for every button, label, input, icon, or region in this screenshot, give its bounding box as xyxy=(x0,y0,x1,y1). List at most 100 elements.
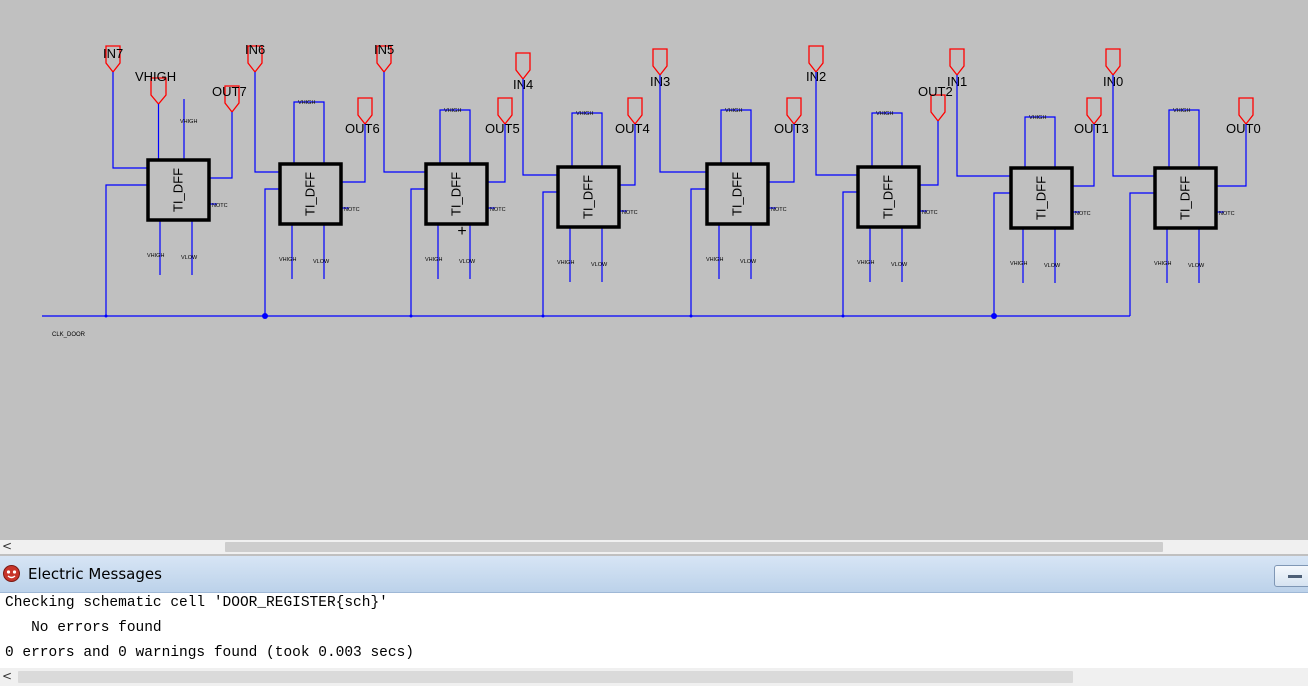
vhigh-port-label: VHIGH xyxy=(706,257,723,263)
canvas-horizontal-scrollbar[interactable]: < xyxy=(0,539,1308,554)
scrollbar-thumb[interactable] xyxy=(225,542,1163,552)
output-label: OUT7 xyxy=(212,84,247,99)
dff-stage[interactable]: IN0OUT0NOTCVHIGHVHIGH VLOWTI_DFF xyxy=(1103,48,1261,316)
vhigh-port-label: VHIGH xyxy=(147,253,164,259)
wire[interactable] xyxy=(871,112,903,167)
input-export-1[interactable] xyxy=(949,48,965,77)
notc-port-label: NOTC xyxy=(1075,211,1091,217)
wire[interactable] xyxy=(410,188,426,316)
input-export-0[interactable] xyxy=(1105,48,1121,77)
wire[interactable] xyxy=(659,75,707,173)
vhigh-port-label: VHIGH xyxy=(180,119,197,125)
input-label: IN7 xyxy=(103,46,123,61)
vlow-port-label: VLOW xyxy=(1044,263,1061,269)
message-line: Checking schematic cell 'DOOR_REGISTER{s… xyxy=(5,595,388,611)
vlow-port-label: VLOW xyxy=(891,262,908,268)
wire[interactable] xyxy=(815,72,858,176)
vhigh-port-label: VHIGH xyxy=(1154,261,1171,267)
input-export-3[interactable] xyxy=(652,48,668,77)
wire[interactable] xyxy=(105,184,148,316)
vhigh-port-label: VHIGH xyxy=(876,111,893,117)
wire[interactable] xyxy=(264,188,280,316)
dff-stage[interactable]: IN3OUT3NOTCVHIGHVHIGH VLOWTI_DFF xyxy=(650,48,809,316)
dff-stage[interactable]: IN5 OUT5 NOTC VHIGH VHIGH VLOW TI_DFF xyxy=(374,42,520,316)
vhigh-port-label: VHIGH xyxy=(725,108,742,114)
wire[interactable] xyxy=(254,72,280,173)
messages-log[interactable]: Checking schematic cell 'DOOR_REGISTER{s… xyxy=(0,592,1308,668)
vlow-port-label: VLOW xyxy=(740,259,757,265)
output-label: OUT1 xyxy=(1074,121,1109,136)
wire[interactable] xyxy=(1112,75,1155,177)
input-label: IN5 xyxy=(374,42,394,57)
minimize-icon xyxy=(1288,575,1302,578)
vhigh-port-label: VHIGH xyxy=(1010,261,1027,267)
vhigh-port-label: VHIGH xyxy=(557,260,574,266)
message-line: No errors found xyxy=(5,620,162,636)
dff-stage[interactable]: IN2OUT2NOTCVHIGHVHIGH VLOWTI_DFF xyxy=(806,45,953,316)
dff-stage[interactable]: IN7 OUT7 NOTC VHIGH VHIGH VLOW TI_DFF xyxy=(103,45,247,316)
minimize-button[interactable] xyxy=(1274,565,1308,587)
wire[interactable] xyxy=(690,188,707,316)
scroll-left-arrow-icon[interactable]: < xyxy=(2,669,12,683)
dff-cell-label: TI_DFF xyxy=(881,175,896,219)
wire[interactable] xyxy=(383,72,426,173)
messages-horizontal-scrollbar[interactable]: < xyxy=(0,668,1308,686)
output-label: OUT3 xyxy=(774,121,809,136)
scroll-left-arrow-icon[interactable]: < xyxy=(2,539,12,553)
vlow-port-label: VLOW xyxy=(313,259,330,265)
wire[interactable] xyxy=(842,191,858,316)
messages-window: Electric Messages Checking schematic cel… xyxy=(0,556,1308,686)
notc-port-label: NOTC xyxy=(922,210,938,216)
vlow-port-label: VLOW xyxy=(459,259,476,265)
vhigh-export[interactable]: VHIGH xyxy=(135,69,176,160)
scrollbar-thumb[interactable] xyxy=(18,671,1073,683)
vhigh-port-label: VHIGH xyxy=(444,108,461,114)
wire[interactable] xyxy=(112,72,148,169)
wire[interactable] xyxy=(919,121,939,186)
message-line: 0 errors and 0 warnings found (took 0.00… xyxy=(5,645,414,661)
vhigh-port-label: VHIGH xyxy=(1029,115,1046,121)
dff-stage[interactable]: IN4OUT4NOTCVHIGHVHIGH VLOWTI_DFF xyxy=(513,52,650,316)
input-label: IN6 xyxy=(245,42,265,57)
dff-stage[interactable]: IN6 OUT6 NOTC VHIGH VHIGH VLOW TI_DFF xyxy=(245,42,380,316)
input-export-4[interactable] xyxy=(515,52,531,81)
output-label: OUT4 xyxy=(615,121,650,136)
schematic-canvas[interactable]: CLK_DOOR VHIGH IN7 OUT7 NOTC VHIGH VHIGH VLOW… xyxy=(0,0,1308,540)
wire[interactable] xyxy=(1129,192,1155,316)
notc-port-label: NOTC xyxy=(622,210,638,216)
output-label: OUT0 xyxy=(1226,121,1261,136)
notc-port-label: NOTC xyxy=(771,207,787,213)
electric-app-icon xyxy=(3,565,20,582)
wire[interactable] xyxy=(542,191,558,316)
output-label: OUT5 xyxy=(485,121,520,136)
svg-text:VHIGH: VHIGH xyxy=(135,69,176,84)
vlow-port-label: VLOW xyxy=(181,255,198,261)
wire[interactable] xyxy=(1024,116,1056,168)
wire[interactable] xyxy=(956,75,1011,177)
dff-cell-label: TI_DFF xyxy=(730,172,745,216)
dff-stage[interactable]: IN1OUT1NOTCVHIGHVHIGH VLOWTI_DFF xyxy=(947,48,1109,316)
wire[interactable] xyxy=(209,112,233,179)
vlow-port-label: VLOW xyxy=(1188,263,1205,269)
vhigh-port-label: VHIGH xyxy=(279,257,296,263)
vhigh-port-label: VHIGH xyxy=(576,111,593,117)
dff-cell-label: TI_DFF xyxy=(449,172,464,216)
messages-title-bar[interactable]: Electric Messages xyxy=(0,556,1308,593)
dff-cell-label: TI_DFF xyxy=(303,172,318,216)
dff-cell-label: TI_DFF xyxy=(581,175,596,219)
schematic-drawing[interactable]: CLK_DOOR VHIGH IN7 OUT7 NOTC VHIGH VHIGH VLOW… xyxy=(0,0,1308,540)
output-label: OUT6 xyxy=(345,121,380,136)
vhigh-port-label: VHIGH xyxy=(1173,108,1190,114)
wire[interactable] xyxy=(1168,109,1200,168)
wire[interactable] xyxy=(439,109,471,164)
wire[interactable] xyxy=(293,101,325,164)
wire[interactable] xyxy=(571,112,603,167)
clock-net-label: CLK_DOOR xyxy=(52,332,86,338)
crosshair-cursor-icon: + xyxy=(457,223,466,240)
wire[interactable] xyxy=(522,79,558,176)
wire[interactable] xyxy=(720,109,752,164)
wire[interactable] xyxy=(993,192,1011,316)
dff-cell-label: TI_DFF xyxy=(171,168,186,212)
notc-port-label: NOTC xyxy=(344,207,360,213)
vhigh-port-label: VHIGH xyxy=(857,260,874,266)
